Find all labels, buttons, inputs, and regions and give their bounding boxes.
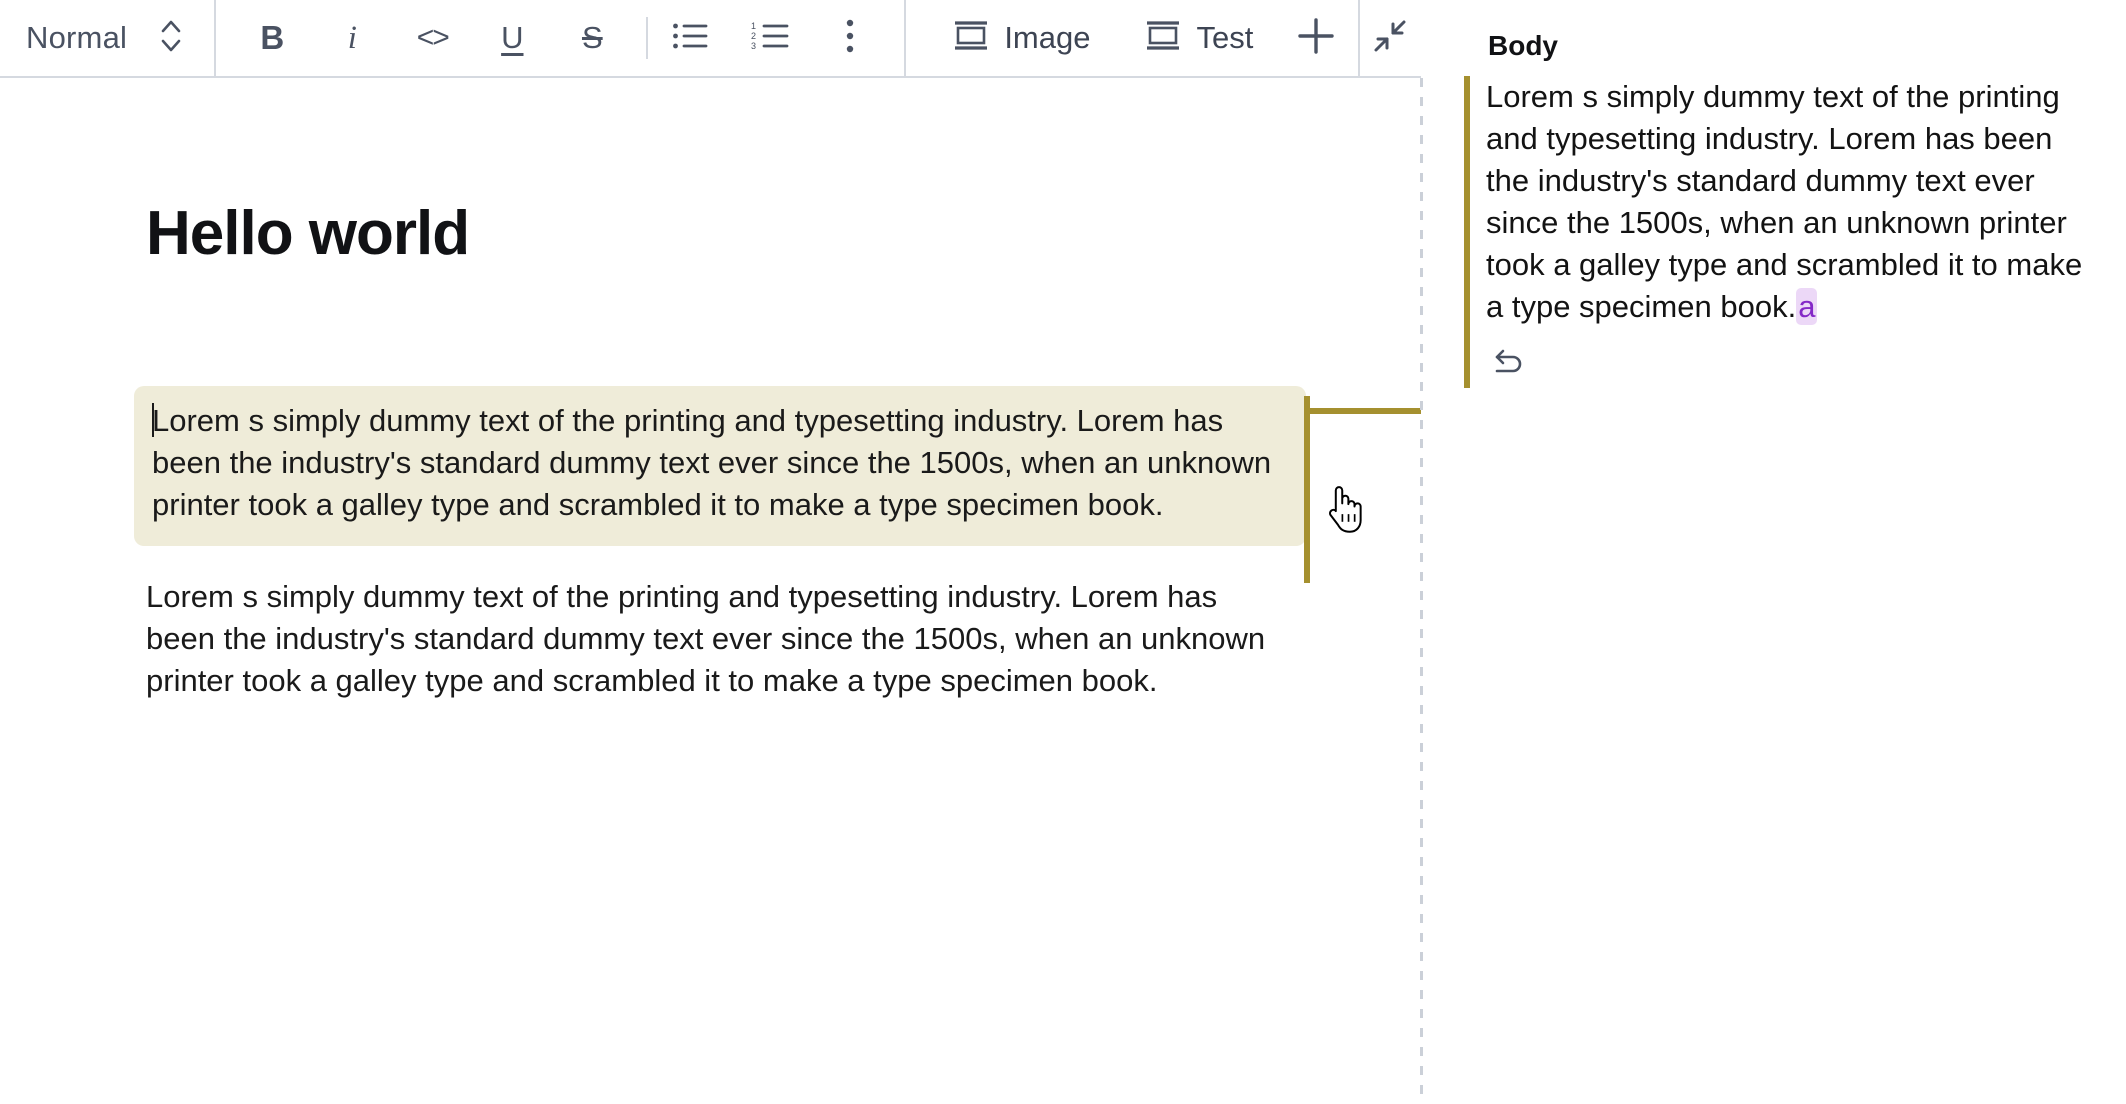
numbered-list-icon: 1 2 3 — [751, 21, 789, 56]
underline-button[interactable]: U — [480, 6, 544, 70]
bulleted-list-icon — [672, 21, 708, 56]
italic-icon: i — [348, 20, 357, 57]
comment-actions — [1486, 342, 2096, 388]
numbered-list-button[interactable]: 1 2 3 — [738, 6, 802, 70]
code-button[interactable]: <> — [400, 6, 464, 70]
paragraph-highlighted-text: Lorem s simply dummy text of the printin… — [152, 403, 1271, 522]
comment-connector-vertical — [1304, 396, 1310, 583]
more-options-button[interactable] — [818, 6, 882, 70]
plus-icon — [1294, 14, 1338, 63]
bulleted-list-button[interactable] — [658, 6, 722, 70]
block-type-value: Normal — [26, 20, 127, 56]
comment-body: Lorem s simply dummy text of the printin… — [1486, 76, 2096, 328]
strikethrough-icon: S — [582, 20, 603, 56]
insert-image-button[interactable]: Image — [936, 6, 1108, 70]
block-frame-icon — [1146, 21, 1180, 56]
insert-test-button[interactable]: Test — [1128, 6, 1271, 70]
panel-dashed-divider — [1420, 78, 1423, 1104]
sidebar-title: Body — [1488, 30, 2096, 62]
italic-button[interactable]: i — [320, 6, 384, 70]
code-icon: <> — [417, 21, 448, 55]
paragraph-plain[interactable]: Lorem s simply dummy text of the printin… — [146, 576, 1294, 702]
inline-format-group: B i <> U S — [216, 0, 624, 76]
comment-connector-horizontal — [1304, 408, 1421, 414]
svg-text:2: 2 — [751, 31, 756, 41]
strikethrough-button[interactable]: S — [560, 6, 624, 70]
insert-block-group: Image Test — [906, 0, 1275, 76]
paragraph-highlighted[interactable]: Lorem s simply dummy text of the printin… — [134, 386, 1306, 546]
add-button[interactable] — [1275, 0, 1357, 76]
bold-button[interactable]: B — [240, 6, 304, 70]
undo-arrow-icon — [1491, 348, 1527, 383]
block-type-dropdown[interactable]: Normal — [0, 0, 214, 76]
undo-button[interactable] — [1486, 342, 1532, 388]
chevron-up-down-icon — [158, 16, 184, 61]
comment-accent-bar — [1464, 76, 1470, 388]
svg-text:3: 3 — [751, 41, 756, 51]
document-title[interactable]: Hello world — [146, 198, 469, 269]
comments-sidebar: Body Lorem s simply dummy text of the pr… — [1424, 0, 2126, 1104]
toolbar-divider-2 — [646, 17, 648, 59]
document-canvas[interactable]: Hello world Lorem s simply dummy text of… — [0, 78, 1421, 1104]
underline-icon: U — [501, 20, 523, 56]
vertical-dots-icon — [844, 19, 856, 58]
collapse-button[interactable] — [1360, 0, 1421, 76]
svg-text:1: 1 — [751, 21, 756, 31]
comment-card[interactable]: Lorem s simply dummy text of the printin… — [1464, 76, 2096, 388]
block-frame-icon — [954, 21, 988, 56]
comment-body-text: Lorem s simply dummy text of the printin… — [1486, 79, 2082, 324]
editor-toolbar: Normal B i <> U S — [0, 0, 1421, 78]
insert-test-label: Test — [1196, 20, 1253, 56]
editor-app: Normal B i <> U S — [0, 0, 2126, 1104]
collapse-diagonal-arrows-icon — [1371, 17, 1409, 60]
insert-image-label: Image — [1004, 20, 1090, 56]
list-format-group: 1 2 3 — [658, 0, 882, 76]
paragraph-plain-text: Lorem s simply dummy text of the printin… — [146, 579, 1265, 698]
suggestion-chip[interactable]: a — [1796, 288, 1817, 325]
bold-icon: B — [260, 19, 284, 57]
